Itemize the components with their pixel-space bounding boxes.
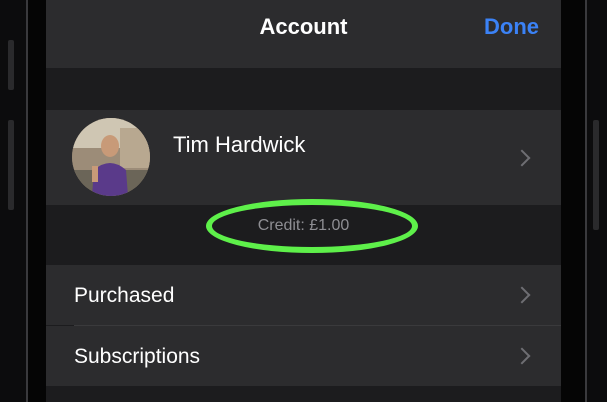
avatar [72,118,150,196]
nav-bar: Account Done [46,0,561,68]
section-spacer [46,386,561,402]
done-button[interactable]: Done [484,14,539,40]
credit-highlight-ring [206,199,418,253]
list-item-label: Subscriptions [74,345,201,368]
profile-row[interactable]: Tim Hardwick [46,110,561,205]
list-item-subscriptions[interactable]: Subscriptions [46,326,561,386]
side-button-left-lower [8,120,14,210]
chevron-right-icon [513,286,531,304]
chevron-right-icon [513,149,531,167]
list-item-label: Purchased [74,284,175,307]
screen: Account Done Tim Hardwick Credit: £1.00 … [46,0,561,402]
list-item-purchased[interactable]: Purchased [46,265,561,325]
chevron-right-icon [513,347,531,365]
phone-frame: Account Done Tim Hardwick Credit: £1.00 … [0,0,607,402]
side-button-left [8,40,14,90]
profile-name: Tim Hardwick [173,132,306,157]
person-photo-icon [72,118,150,196]
credit-area: Credit: £1.00 [46,199,561,265]
side-button-right [593,120,599,230]
section-spacer [46,68,561,110]
